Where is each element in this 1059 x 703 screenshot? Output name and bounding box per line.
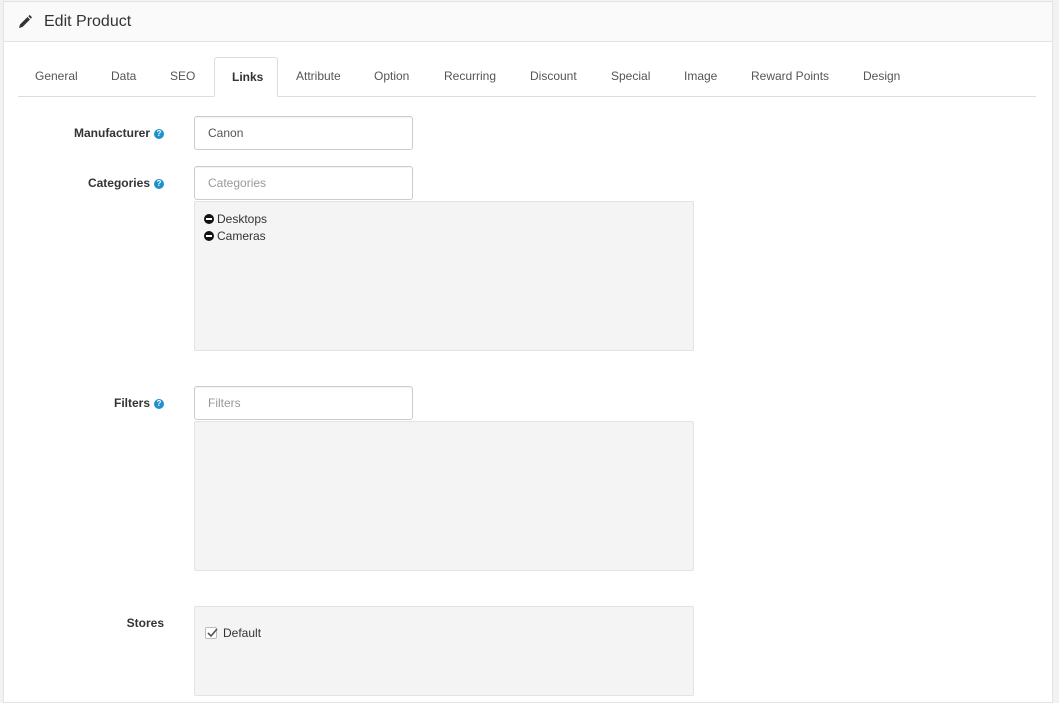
stores-list: Default <box>194 606 694 696</box>
tab-discount[interactable]: Discount <box>513 57 594 96</box>
store-default-label: Default <box>223 626 262 640</box>
stores-label: Stores <box>44 616 164 630</box>
tab-bar: General Data SEO Links Attribute Option … <box>18 57 1036 97</box>
category-item: Cameras <box>204 229 266 243</box>
category-item-label: Cameras <box>217 229 266 243</box>
question-circle-icon[interactable]: ? <box>154 179 164 189</box>
minus-circle-icon[interactable] <box>204 214 214 224</box>
stores-label-text: Stores <box>126 616 164 630</box>
question-circle-icon[interactable]: ? <box>154 129 164 139</box>
minus-circle-icon[interactable] <box>204 231 214 241</box>
panel-heading: Edit Product <box>4 2 1052 42</box>
store-default-checkbox[interactable] <box>205 627 218 639</box>
tab-seo[interactable]: SEO <box>153 57 212 96</box>
page-title: Edit Product <box>18 13 131 31</box>
category-item-label: Desktops <box>217 212 268 226</box>
tab-links[interactable]: Links <box>214 57 278 97</box>
tab-design[interactable]: Design <box>846 57 917 96</box>
pencil-icon <box>19 15 32 28</box>
manufacturer-label-text: Manufacturer <box>73 126 150 140</box>
manufacturer-input[interactable] <box>194 116 413 150</box>
question-circle-icon[interactable]: ? <box>154 399 164 409</box>
checkmark-icon <box>207 628 218 638</box>
tab-reward-points[interactable]: Reward Points <box>734 57 846 96</box>
store-item-default[interactable]: Default <box>205 626 261 640</box>
manufacturer-label: Manufacturer? <box>44 126 164 140</box>
filters-label-text: Filters <box>113 396 150 410</box>
tab-option[interactable]: Option <box>357 57 426 96</box>
tab-recurring[interactable]: Recurring <box>427 57 513 96</box>
page-title-text: Edit Product <box>44 13 132 30</box>
tab-special[interactable]: Special <box>594 57 667 96</box>
categories-input[interactable] <box>194 166 413 200</box>
category-item: Desktops <box>204 212 267 226</box>
filters-label: Filters? <box>44 396 164 410</box>
categories-label: Categories? <box>44 176 164 190</box>
categories-list: Desktops Cameras <box>194 201 694 351</box>
filters-list <box>194 421 694 571</box>
tab-general[interactable]: General <box>18 57 95 96</box>
filters-input[interactable] <box>194 386 413 420</box>
tab-data[interactable]: Data <box>94 57 153 96</box>
categories-label-text: Categories <box>87 176 150 190</box>
tab-image[interactable]: Image <box>667 57 734 96</box>
edit-product-panel: Edit Product General Data SEO Links Attr… <box>3 1 1053 703</box>
tab-attribute[interactable]: Attribute <box>279 57 358 96</box>
